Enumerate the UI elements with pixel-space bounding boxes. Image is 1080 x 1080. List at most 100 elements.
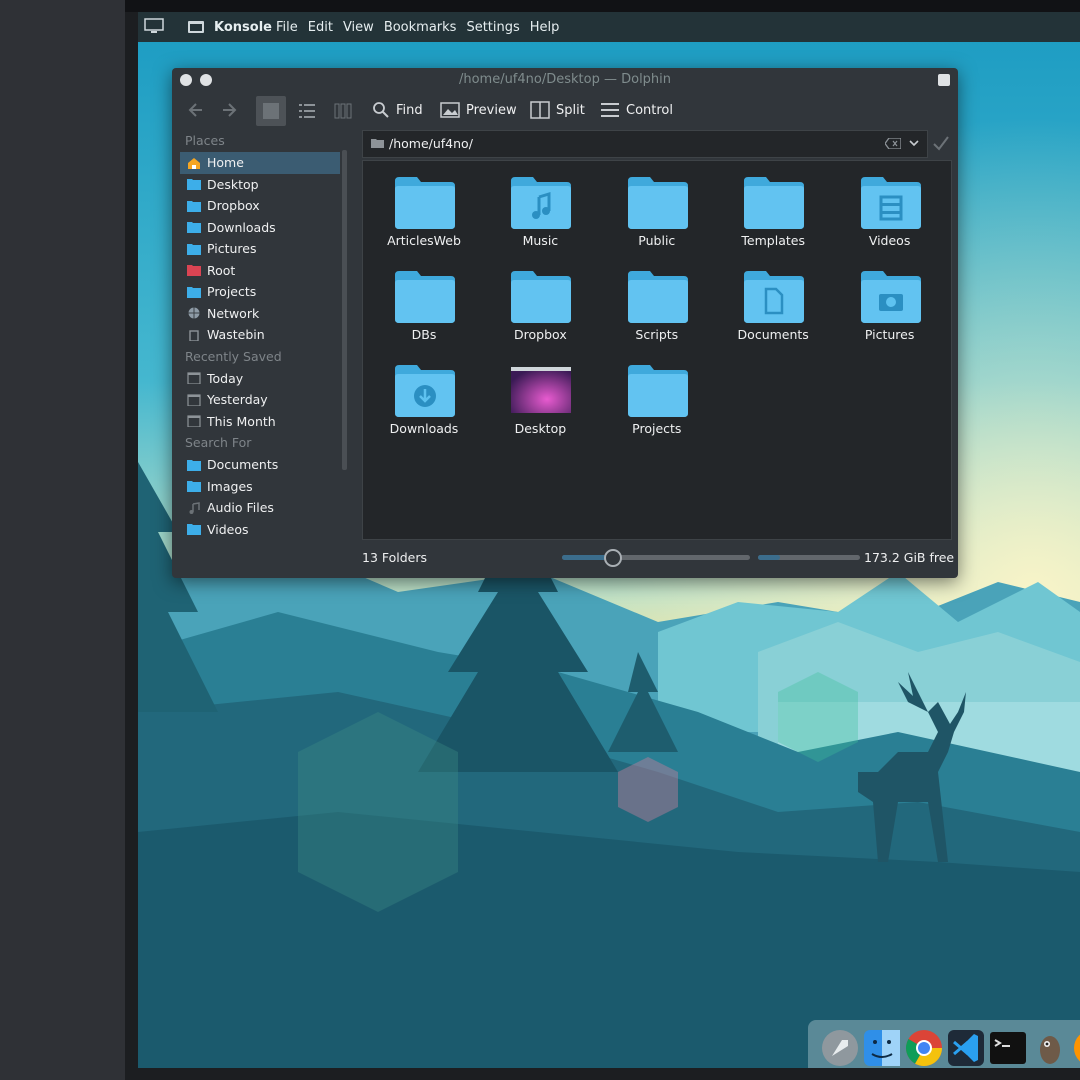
places-item-today[interactable]: Today: [180, 368, 340, 390]
file-item[interactable]: Music: [485, 167, 595, 255]
places-item-label: Today: [207, 370, 244, 386]
preview-button[interactable]: Preview: [440, 96, 517, 124]
places-item-documents[interactable]: Documents: [180, 454, 340, 476]
compact-view-button[interactable]: [292, 96, 322, 126]
places-item-wastebin[interactable]: Wastebin: [180, 324, 340, 346]
menu-settings[interactable]: Settings: [466, 20, 519, 35]
file-item[interactable]: Public: [602, 167, 712, 255]
file-name: Scripts: [635, 327, 679, 342]
file-name: Documents: [737, 327, 809, 342]
places-item-projects[interactable]: Projects: [180, 281, 340, 303]
search-for-heading: Search For: [185, 435, 252, 450]
file-item[interactable]: Desktop: [485, 355, 595, 443]
places-item-yesterday[interactable]: Yesterday: [180, 389, 340, 411]
places-item-label: Images: [207, 478, 253, 494]
location-path[interactable]: /home/uf4no/: [389, 136, 473, 151]
folder-icon: [187, 222, 201, 234]
chrome-icon[interactable]: [904, 1028, 944, 1068]
places-item-desktop[interactable]: Desktop: [180, 174, 340, 196]
window-title: /home/uf4no/Desktop — Dolphin: [458, 72, 672, 87]
places-scrollbar[interactable]: [342, 150, 347, 470]
folder-icon: [371, 139, 384, 148]
control-button[interactable]: Control: [600, 96, 673, 124]
dolphin-window: /home/uf4no/Desktop — Dolphin Find Previ…: [172, 68, 958, 578]
rocket-launcher-icon[interactable]: [820, 1028, 860, 1068]
music-folder-icon: [509, 175, 573, 231]
places-item-label: This Month: [207, 413, 276, 429]
places-item-label: Home: [207, 155, 244, 170]
places-item-images[interactable]: Images: [180, 476, 340, 498]
zoom-slider-handle[interactable]: [603, 549, 622, 567]
clear-text-icon[interactable]: [885, 138, 901, 149]
find-button[interactable]: Find: [372, 96, 423, 124]
forward-button[interactable]: [218, 96, 240, 124]
zoom-slider[interactable]: [562, 549, 750, 567]
menu-bookmarks[interactable]: Bookmarks: [384, 20, 457, 35]
file-item[interactable]: Scripts: [602, 261, 712, 349]
places-item-pictures[interactable]: Pictures: [180, 238, 340, 260]
location-bar[interactable]: /home/uf4no/: [362, 130, 928, 158]
places-item-audio-files[interactable]: Audio Files: [180, 497, 340, 519]
back-button[interactable]: [186, 96, 208, 124]
arrow-left-icon: [188, 103, 202, 117]
file-name: Pictures: [864, 327, 915, 342]
checkmark-icon[interactable]: [932, 134, 950, 152]
split-button[interactable]: Split: [530, 96, 585, 124]
file-item[interactable]: Pictures: [835, 261, 945, 349]
file-item[interactable]: Dropbox: [485, 261, 595, 349]
places-item-videos[interactable]: Videos: [180, 519, 340, 541]
menu-help[interactable]: Help: [530, 20, 560, 35]
menu-edit[interactable]: Edit: [308, 20, 333, 35]
terminal-icon[interactable]: [988, 1028, 1028, 1068]
konsole-app-icon: [188, 21, 204, 33]
file-item[interactable]: Templates: [718, 167, 828, 255]
places-item-dropbox[interactable]: Dropbox: [180, 195, 340, 217]
calendar-icon: [187, 372, 201, 385]
places-item-home[interactable]: Home: [180, 152, 340, 174]
gimp-icon[interactable]: [1030, 1028, 1070, 1068]
network-icon: [188, 307, 200, 319]
file-item[interactable]: Downloads: [369, 355, 479, 443]
split-view-icon: [530, 101, 550, 119]
folder-icon: [187, 481, 201, 493]
file-item[interactable]: Videos: [835, 167, 945, 255]
places-item-label: Network: [207, 305, 260, 321]
left-background: [0, 0, 125, 1080]
places-item-label: Videos: [207, 521, 249, 537]
vscode-icon[interactable]: [946, 1028, 986, 1068]
active-app-name[interactable]: Konsole: [214, 20, 272, 35]
menu-view[interactable]: View: [343, 20, 374, 35]
window-titlebar[interactable]: /home/uf4no/Desktop — Dolphin: [172, 68, 958, 92]
places-item-root[interactable]: Root: [180, 260, 340, 282]
disk-usage-fill: [758, 555, 781, 560]
search-icon: [373, 102, 389, 118]
places-item-this-month[interactable]: This Month: [180, 411, 340, 433]
places-item-downloads[interactable]: Downloads: [180, 217, 340, 239]
details-view-button[interactable]: [328, 96, 358, 126]
list-icon: [299, 104, 315, 118]
calendar-icon: [187, 394, 201, 406]
monitor-icon[interactable]: [144, 18, 164, 34]
file-item[interactable]: DBs: [369, 261, 479, 349]
places-item-label: Wastebin: [207, 327, 265, 342]
folder-icon: [187, 459, 201, 471]
file-name: Public: [638, 233, 676, 248]
places-item-label: Projects: [207, 284, 257, 299]
file-item[interactable]: ArticlesWeb: [369, 167, 479, 255]
file-name: Desktop: [514, 421, 567, 436]
pin-icon[interactable]: [938, 74, 950, 86]
file-name: Templates: [741, 233, 805, 248]
file-item[interactable]: Documents: [718, 261, 828, 349]
places-item-network[interactable]: Network: [180, 303, 340, 325]
top-panel: Konsole File Edit View Bookmarks Setting…: [138, 12, 1080, 42]
folder-icon: [187, 524, 201, 536]
finder-icon[interactable]: [862, 1028, 902, 1068]
icons-view-button[interactable]: [256, 96, 286, 126]
chevron-down-icon[interactable]: [909, 139, 919, 147]
file-name: Videos: [868, 233, 911, 248]
file-item[interactable]: Projects: [602, 355, 712, 443]
places-item-label: Desktop: [207, 176, 259, 192]
menu-file[interactable]: File: [276, 20, 298, 35]
firefox-icon[interactable]: [1072, 1028, 1080, 1068]
file-name: ArticlesWeb: [387, 233, 461, 248]
